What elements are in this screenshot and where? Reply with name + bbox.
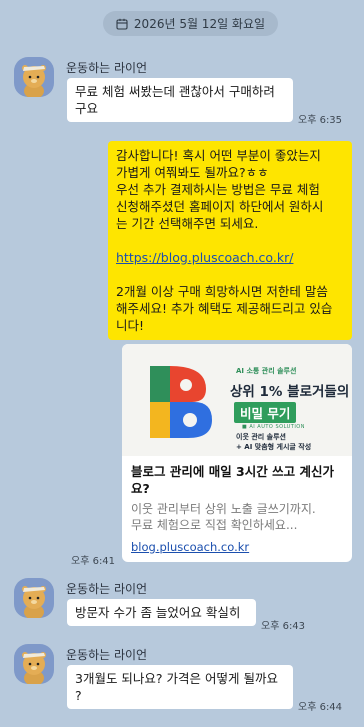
preview-headline-top: 상위 1% 블로거들의 <box>230 384 350 400</box>
avatar[interactable] <box>14 578 54 618</box>
avatar[interactable] <box>14 644 54 684</box>
message-text: 감사합니다! 혹시 어떤 부분이 좋았는지 가볍게 여쭤봐도 될까요?ㅎㅎ 우선… <box>116 148 324 231</box>
message-time: 오후 6:44 <box>298 702 343 713</box>
message-link[interactable]: https://blog.pluscoach.co.kr/ <box>116 250 293 265</box>
my-message-bubble[interactable]: 감사합니다! 혹시 어떤 부분이 좋았는지 가볍게 여쭤봐도 될까요?ㅎㅎ 우선… <box>108 141 352 340</box>
link-preview-card[interactable]: AI 소통 관리 솔루션 상위 1% 블로거들의 비밀 무기 ■ AI AUTO… <box>122 344 352 562</box>
date-divider: 2026년 5월 12일 화요일 <box>103 11 278 36</box>
link-preview-image: AI 소통 관리 솔루션 상위 1% 블로거들의 비밀 무기 ■ AI AUTO… <box>122 344 352 456</box>
link-preview-url[interactable]: blog.pluscoach.co.kr <box>131 540 249 554</box>
avatar[interactable] <box>14 57 54 97</box>
lion-avatar-icon <box>22 586 46 618</box>
message-bubble[interactable]: 무료 체험 써봤는데 괜찮아서 구매하려 구요 <box>67 78 293 122</box>
date-divider-text: 2026년 5월 12일 화요일 <box>133 17 266 31</box>
sender-name: 운동하는 라이언 <box>66 61 148 75</box>
preview-bullet2: + AI 맞춤형 게시글 작성 <box>236 443 312 451</box>
lion-avatar-icon <box>22 652 46 684</box>
lion-avatar-icon <box>22 65 46 97</box>
sender-name: 운동하는 라이언 <box>66 582 148 596</box>
message-time: 오후 6:43 <box>261 621 306 632</box>
calendar-icon <box>116 18 128 30</box>
message-bubble[interactable]: 3개월도 되나요? 가격은 어떻게 될까요 ? <box>67 665 293 709</box>
message-time: 오후 6:35 <box>298 115 343 126</box>
link-preview-description: 이웃 관리부터 상위 노출 글쓰기까지. 무료 체험으로 직접 확인하세요... <box>131 502 316 532</box>
message-bubble[interactable]: 방문자 수가 좀 늘었어요 확실히 <box>67 599 256 626</box>
message-time: 오후 6:41 <box>71 556 116 567</box>
link-preview-title: 블로그 관리에 매일 3시간 쓰고 계신가요? <box>131 464 334 496</box>
sender-name: 운동하는 라이언 <box>66 648 148 662</box>
preview-subbrand: ■ AI AUTO SOLUTION <box>242 424 305 430</box>
message-text-continued: 2개월 이상 구매 희망하시면 저한테 말씀 해주세요! 추가 혜택도 제공해드… <box>116 284 333 333</box>
preview-headline-bottom: 비밀 무기 <box>234 402 297 423</box>
preview-bullet1: 이웃 관리 솔루션 <box>236 433 286 441</box>
preview-badge: AI 소통 관리 솔루션 <box>236 367 297 375</box>
